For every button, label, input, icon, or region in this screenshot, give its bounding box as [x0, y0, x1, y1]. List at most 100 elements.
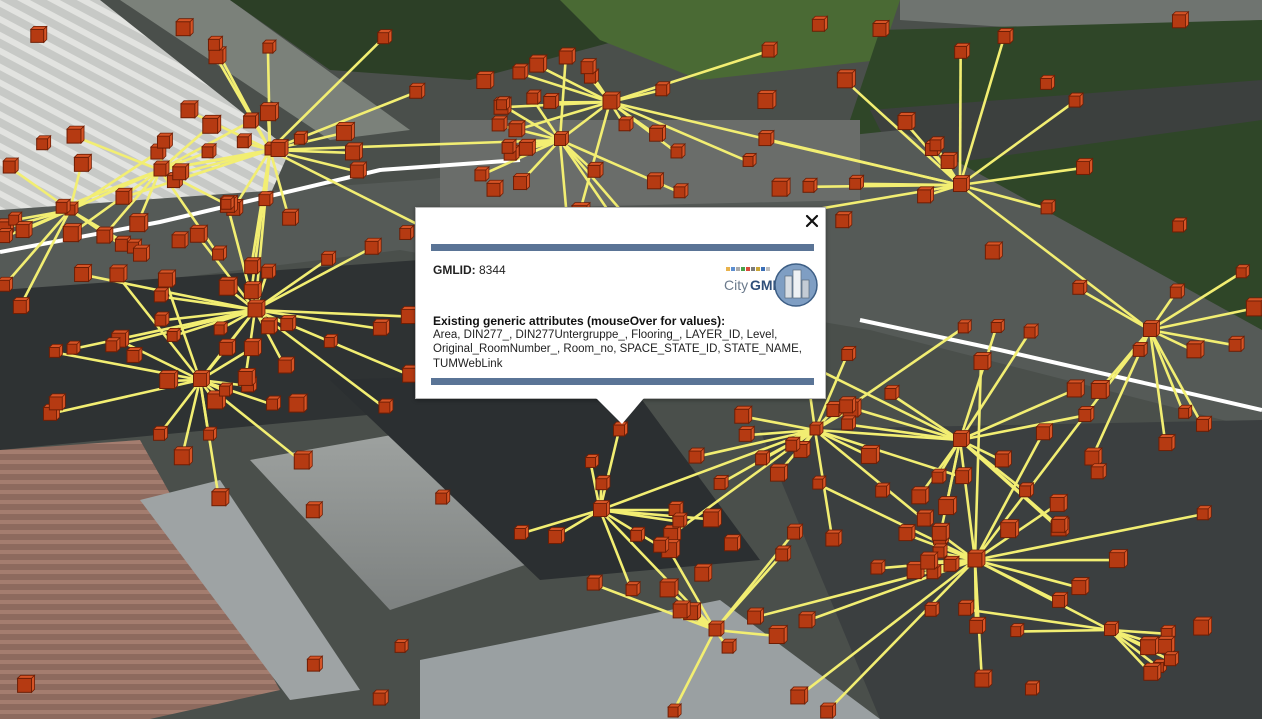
room-marker-icon[interactable]: [967, 549, 986, 568]
room-marker-face[interactable]: [738, 428, 752, 442]
room-marker-icon[interactable]: [990, 318, 1006, 334]
room-marker-icon[interactable]: [344, 141, 364, 161]
room-marker-face[interactable]: [747, 610, 762, 625]
room-marker-icon[interactable]: [884, 384, 900, 401]
room-marker-icon[interactable]: [874, 482, 891, 499]
room-marker-icon[interactable]: [558, 46, 577, 65]
room-marker-face[interactable]: [335, 124, 352, 141]
room-marker-face[interactable]: [997, 30, 1011, 44]
room-marker-face[interactable]: [409, 85, 423, 99]
room-marker-face[interactable]: [266, 398, 279, 411]
room-marker-face[interactable]: [870, 562, 883, 575]
room-marker-icon[interactable]: [1024, 679, 1041, 696]
room-marker-icon[interactable]: [738, 425, 756, 443]
room-marker-icon[interactable]: [746, 607, 765, 625]
room-marker-face[interactable]: [973, 355, 989, 371]
room-marker-icon[interactable]: [279, 314, 297, 332]
room-marker-icon[interactable]: [518, 138, 537, 157]
room-marker-icon[interactable]: [1171, 216, 1188, 233]
room-marker-face[interactable]: [486, 182, 501, 197]
room-marker-icon[interactable]: [376, 28, 393, 45]
room-marker-icon[interactable]: [513, 524, 530, 541]
room-marker-icon[interactable]: [0, 227, 14, 244]
room-marker-icon[interactable]: [670, 142, 686, 159]
room-marker-face[interactable]: [1163, 654, 1176, 667]
room-marker-icon[interactable]: [261, 39, 277, 55]
room-marker-icon[interactable]: [1103, 620, 1120, 637]
room-marker-face[interactable]: [244, 260, 259, 275]
room-marker-icon[interactable]: [667, 703, 683, 718]
room-marker-icon[interactable]: [1177, 404, 1193, 420]
room-marker-face[interactable]: [958, 602, 972, 616]
room-marker-icon[interactable]: [594, 474, 611, 491]
room-marker-face[interactable]: [667, 706, 679, 718]
room-marker-icon[interactable]: [897, 111, 916, 131]
room-marker-icon[interactable]: [984, 241, 1004, 260]
room-marker-face[interactable]: [305, 504, 320, 519]
room-marker-icon[interactable]: [929, 135, 945, 152]
room-marker-face[interactable]: [377, 32, 390, 45]
room-marker-icon[interactable]: [1051, 591, 1069, 609]
room-marker-face[interactable]: [48, 396, 63, 411]
room-marker-face[interactable]: [1172, 220, 1185, 233]
room-marker-face[interactable]: [1178, 407, 1190, 419]
room-marker-face[interactable]: [1040, 202, 1053, 215]
room-marker-icon[interactable]: [580, 57, 598, 75]
room-marker-icon[interactable]: [260, 263, 277, 280]
room-marker-icon[interactable]: [973, 351, 992, 371]
room-marker-face[interactable]: [372, 692, 386, 706]
room-marker-face[interactable]: [1169, 286, 1182, 299]
room-marker-icon[interactable]: [377, 398, 394, 415]
room-marker-icon[interactable]: [320, 250, 337, 267]
room-marker-icon[interactable]: [29, 25, 48, 44]
room-marker-face[interactable]: [835, 214, 850, 229]
room-marker-icon[interactable]: [293, 450, 314, 470]
room-marker-face[interactable]: [875, 485, 888, 498]
room-marker-icon[interactable]: [16, 674, 36, 694]
room-marker-face[interactable]: [768, 628, 785, 645]
room-marker-icon[interactable]: [207, 35, 224, 52]
room-marker-face[interactable]: [243, 341, 259, 357]
room-marker-face[interactable]: [825, 532, 840, 547]
room-marker-icon[interactable]: [210, 487, 230, 507]
room-marker-icon[interactable]: [349, 160, 368, 179]
room-marker-icon[interactable]: [586, 574, 604, 592]
room-marker-face[interactable]: [129, 216, 146, 233]
room-marker-icon[interactable]: [952, 429, 971, 448]
room-marker-face[interactable]: [1108, 552, 1125, 569]
room-marker-face[interactable]: [769, 466, 785, 482]
room-marker-icon[interactable]: [372, 318, 391, 337]
room-marker-icon[interactable]: [688, 447, 706, 465]
room-marker-icon[interactable]: [126, 346, 143, 364]
room-marker-icon[interactable]: [257, 190, 274, 207]
room-marker-icon[interactable]: [869, 559, 886, 575]
room-marker-face[interactable]: [62, 226, 79, 243]
room-marker-face[interactable]: [702, 511, 719, 528]
room-marker-face[interactable]: [920, 554, 936, 570]
room-marker-icon[interactable]: [218, 276, 239, 297]
room-marker-face[interactable]: [261, 266, 274, 279]
room-marker-icon[interactable]: [957, 318, 973, 334]
room-marker-icon[interactable]: [756, 89, 777, 110]
room-marker-face[interactable]: [435, 492, 448, 505]
room-marker-face[interactable]: [1052, 594, 1066, 608]
room-marker-face[interactable]: [954, 45, 968, 59]
room-marker-face[interactable]: [153, 428, 166, 441]
room-marker-face[interactable]: [1196, 418, 1210, 432]
room-marker-icon[interactable]: [802, 177, 818, 194]
room-marker-face[interactable]: [839, 399, 854, 414]
room-marker-face[interactable]: [243, 284, 259, 300]
room-marker-icon[interactable]: [236, 132, 253, 149]
room-marker-face[interactable]: [212, 248, 225, 261]
room-marker-icon[interactable]: [1068, 92, 1085, 109]
room-marker-icon[interactable]: [952, 174, 971, 193]
room-marker-icon[interactable]: [95, 226, 114, 245]
room-marker-face[interactable]: [1132, 344, 1145, 357]
room-marker-face[interactable]: [940, 154, 955, 169]
room-marker-face[interactable]: [771, 180, 788, 197]
room-marker-icon[interactable]: [1142, 319, 1161, 338]
room-marker-face[interactable]: [798, 614, 813, 629]
room-marker-face[interactable]: [785, 439, 798, 452]
room-marker-icon[interactable]: [180, 99, 199, 119]
room-marker-face[interactable]: [476, 74, 492, 90]
